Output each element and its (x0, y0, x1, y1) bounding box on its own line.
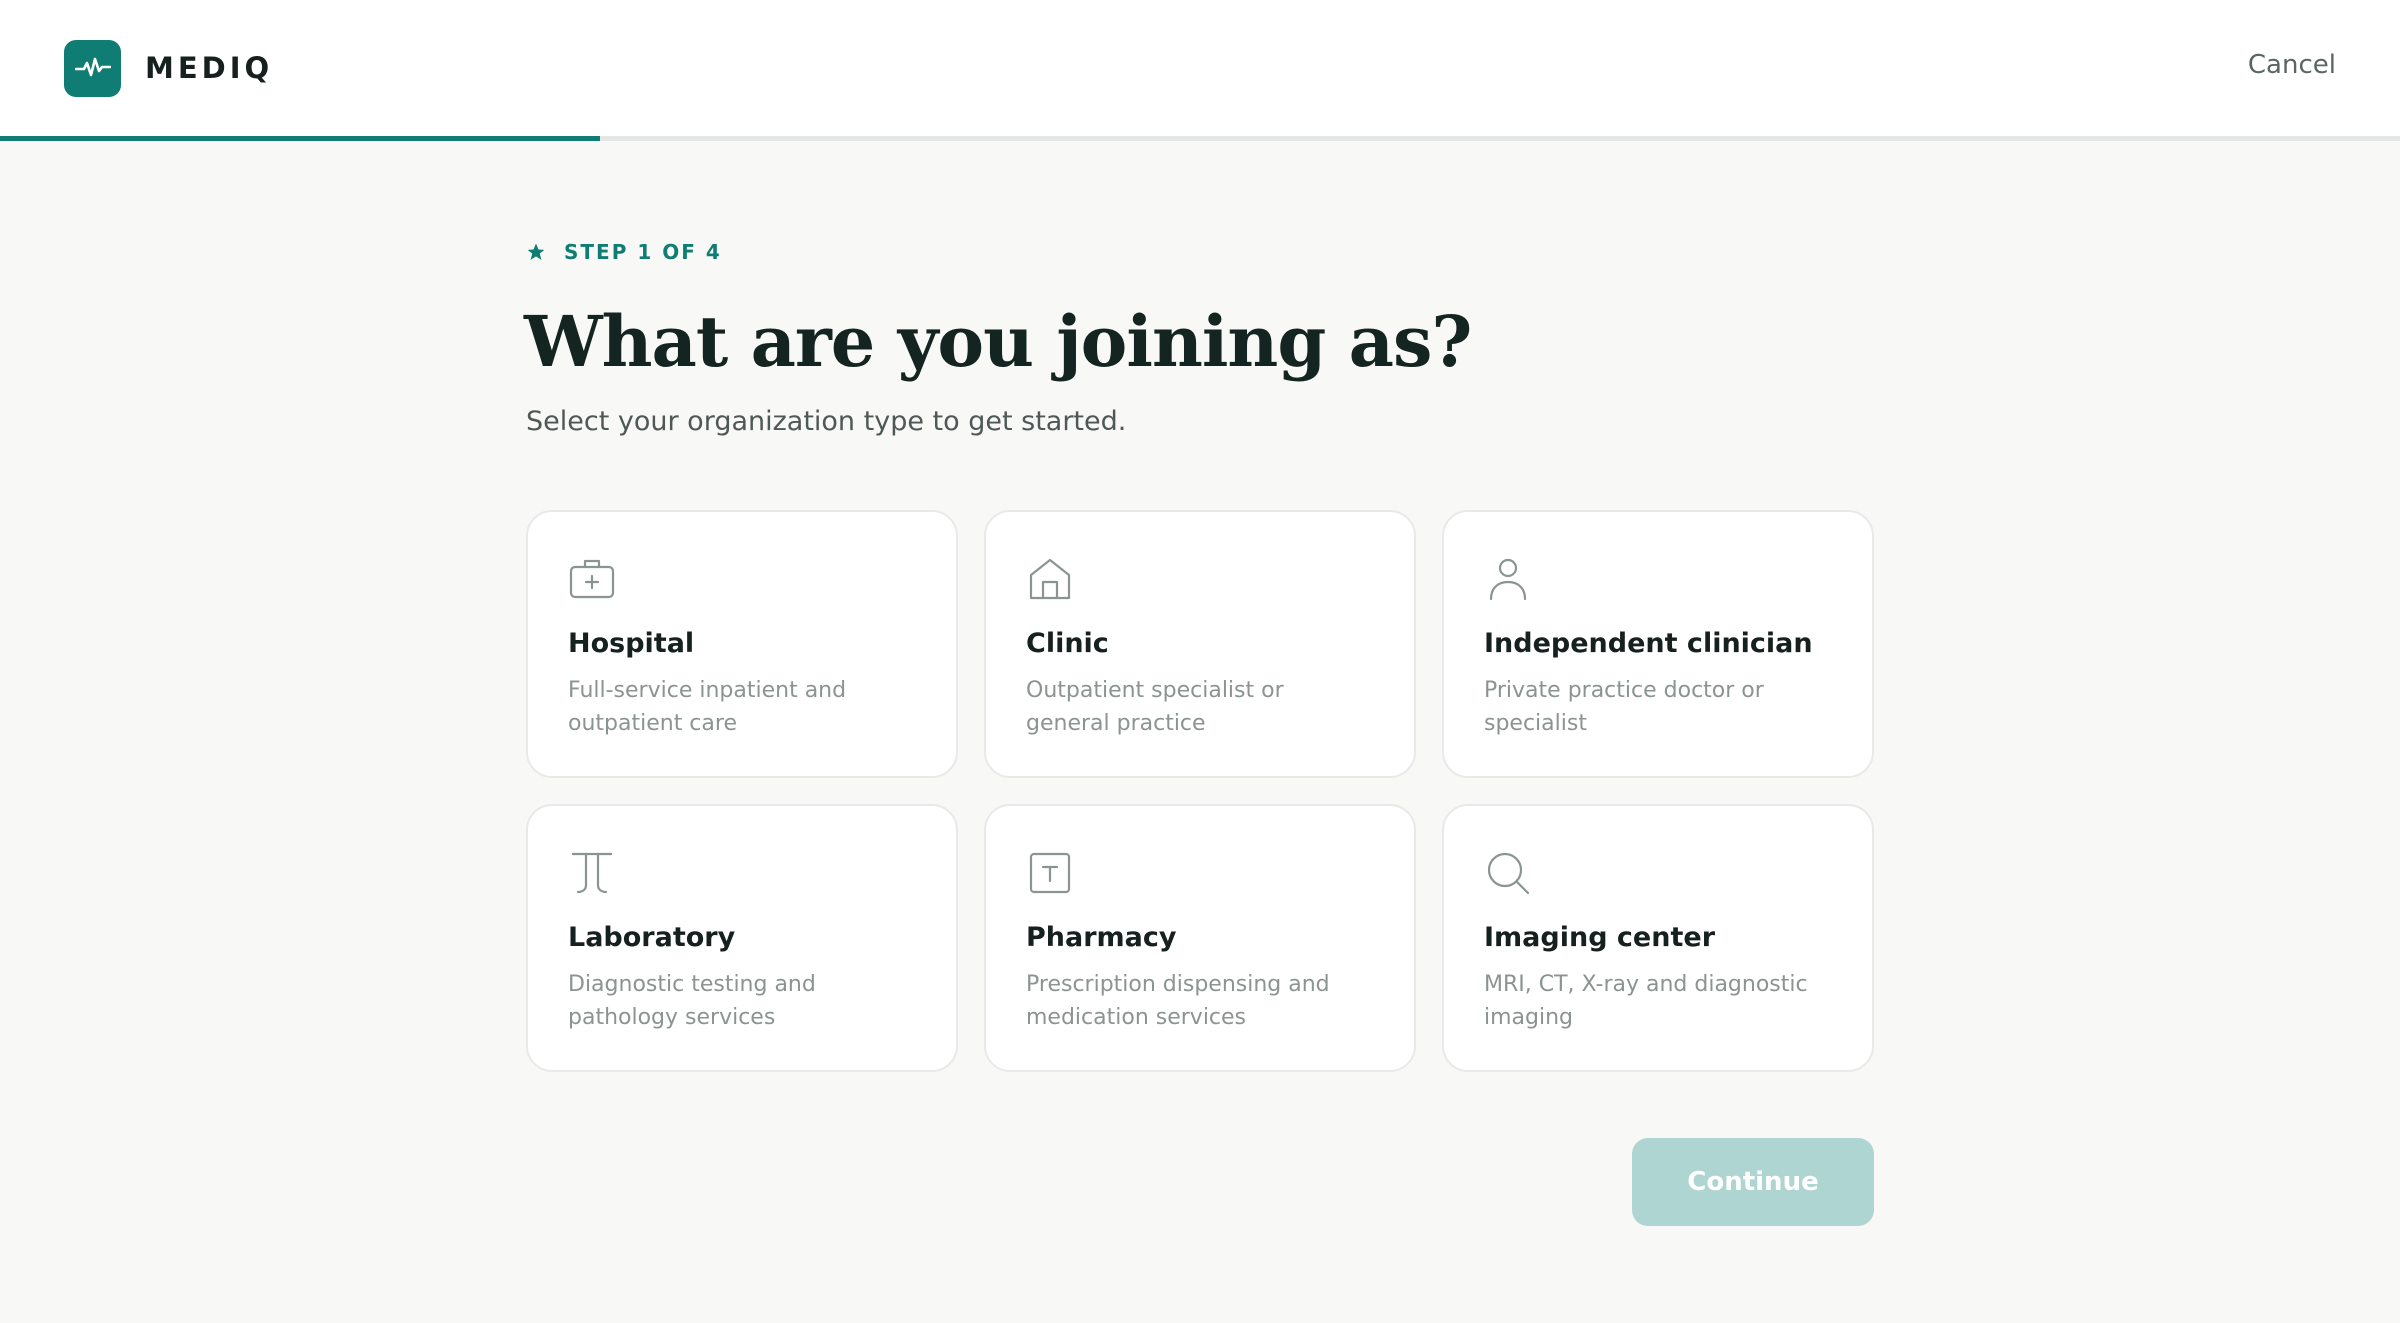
building-icon (1029, 558, 1071, 600)
brand[interactable]: MEDIQ (64, 39, 274, 97)
progress-fill (0, 136, 600, 141)
cancel-link[interactable]: Cancel (2248, 50, 2336, 80)
logo-pulse-icon (64, 39, 121, 97)
option-description: Private practice doctor or specialist (1484, 678, 1764, 736)
person-icon (1489, 558, 1527, 601)
option-title: Clinic (1026, 628, 1109, 659)
option-description: Diagnostic testing and pathology service… (568, 972, 816, 1030)
brand-name: MEDIQ (145, 51, 274, 85)
option-title: Hospital (568, 628, 695, 659)
option-card-imaging-center[interactable]: Imaging center MRI, CT, X-ray and diagno… (1442, 804, 1874, 1072)
option-card-clinic[interactable]: Clinic Outpatient specialist or general … (984, 510, 1416, 778)
option-title: Laboratory (568, 922, 736, 953)
test-tube-icon (571, 852, 613, 894)
pharmacy-icon (1029, 852, 1071, 894)
option-title: Independent clinician (1484, 628, 1813, 659)
step-label: STEP 1 OF 4 (564, 240, 722, 264)
continue-button[interactable]: Continue (1632, 1138, 1874, 1226)
option-description: Prescription dispensing and medication s… (1026, 972, 1330, 1030)
organization-type-options: Hospital Full-service inpatient and outp… (526, 510, 1874, 1072)
page-title: What are you joining as? (524, 300, 1472, 383)
page-subtitle: Select your organization type to get sta… (526, 406, 1127, 437)
medical-bag-icon (569, 559, 615, 599)
star-icon (527, 243, 545, 260)
search-icon (1487, 852, 1530, 895)
option-card-independent-clinician[interactable]: Independent clinician Private practice d… (1442, 510, 1874, 778)
option-description: MRI, CT, X-ray and diagnostic imaging (1484, 972, 1808, 1030)
step-indicator: STEP 1 OF 4 (526, 240, 722, 264)
option-description: Full-service inpatient and outpatient ca… (568, 678, 847, 736)
option-title: Pharmacy (1026, 922, 1177, 953)
top-bar: MEDIQ Cancel (0, 0, 2400, 137)
option-card-pharmacy[interactable]: Pharmacy Prescription dispensing and med… (984, 804, 1416, 1072)
progress-bar (0, 136, 2400, 141)
option-description: Outpatient specialist or general practic… (1026, 678, 1284, 736)
option-title: Imaging center (1484, 922, 1716, 953)
option-card-laboratory[interactable]: Laboratory Diagnostic testing and pathol… (526, 804, 958, 1072)
option-card-hospital[interactable]: Hospital Full-service inpatient and outp… (526, 510, 958, 778)
